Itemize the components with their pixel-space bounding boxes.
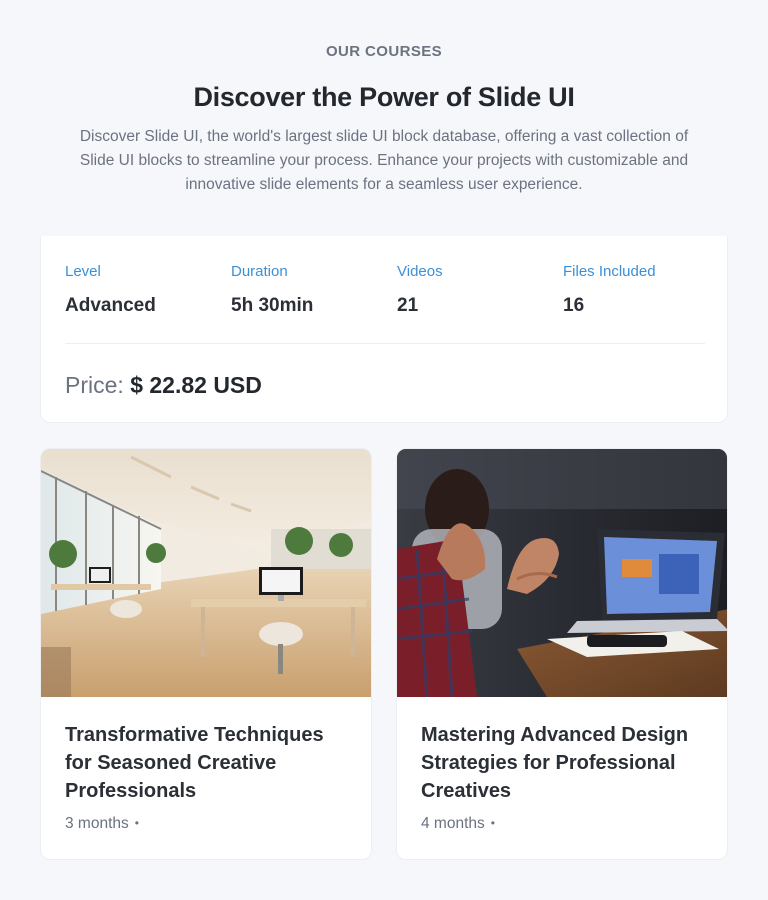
laptop-meeting-photo[interactable] [397, 449, 727, 697]
section-description: Discover Slide UI, the world's largest s… [79, 128, 689, 193]
stat-label: Duration [231, 263, 288, 280]
office-interior-photo[interactable] [41, 449, 371, 697]
stat-duration: Duration 5h 30min [231, 262, 391, 318]
section-title: Discover the Power of Slide UI [193, 82, 575, 112]
course-meta: 4 months • [421, 815, 495, 833]
stat-videos: Videos 21 [397, 262, 557, 318]
stat-label: Files Included [563, 263, 656, 280]
course-card[interactable]: Transformative Techniques for Seasoned C… [40, 448, 372, 860]
stat-value: Advanced [65, 295, 156, 316]
stat-label: Level [65, 263, 101, 280]
divider [65, 343, 705, 344]
course-title[interactable]: Mastering Advanced Design Strategies for… [421, 721, 711, 805]
stat-level: Level Advanced [65, 262, 225, 318]
course-duration: 3 months [65, 815, 129, 832]
stat-value: 5h 30min [231, 295, 314, 316]
stat-files-included: Files Included 16 [563, 262, 723, 318]
course-duration: 4 months [421, 815, 485, 832]
stat-value: 16 [563, 295, 585, 316]
course-title[interactable]: Transformative Techniques for Seasoned C… [65, 721, 355, 805]
course-meta: 3 months • [65, 815, 139, 833]
price-value: $ 22.82 USD [130, 372, 262, 398]
course-card[interactable]: Mastering Advanced Design Strategies for… [396, 448, 728, 860]
course-info-card: Level Advanced Duration 5h 30min Videos … [40, 236, 728, 423]
price: Price: $ 22.82 USD [65, 370, 262, 400]
meta-dot: • [134, 816, 139, 830]
price-label: Price: [65, 372, 124, 398]
meta-dot: • [490, 816, 495, 830]
stat-label: Videos [397, 263, 443, 280]
course-stats: Level Advanced Duration 5h 30min Videos … [65, 262, 705, 322]
stat-value: 21 [397, 295, 419, 316]
section-eyebrow: OUR COURSES [325, 43, 443, 60]
